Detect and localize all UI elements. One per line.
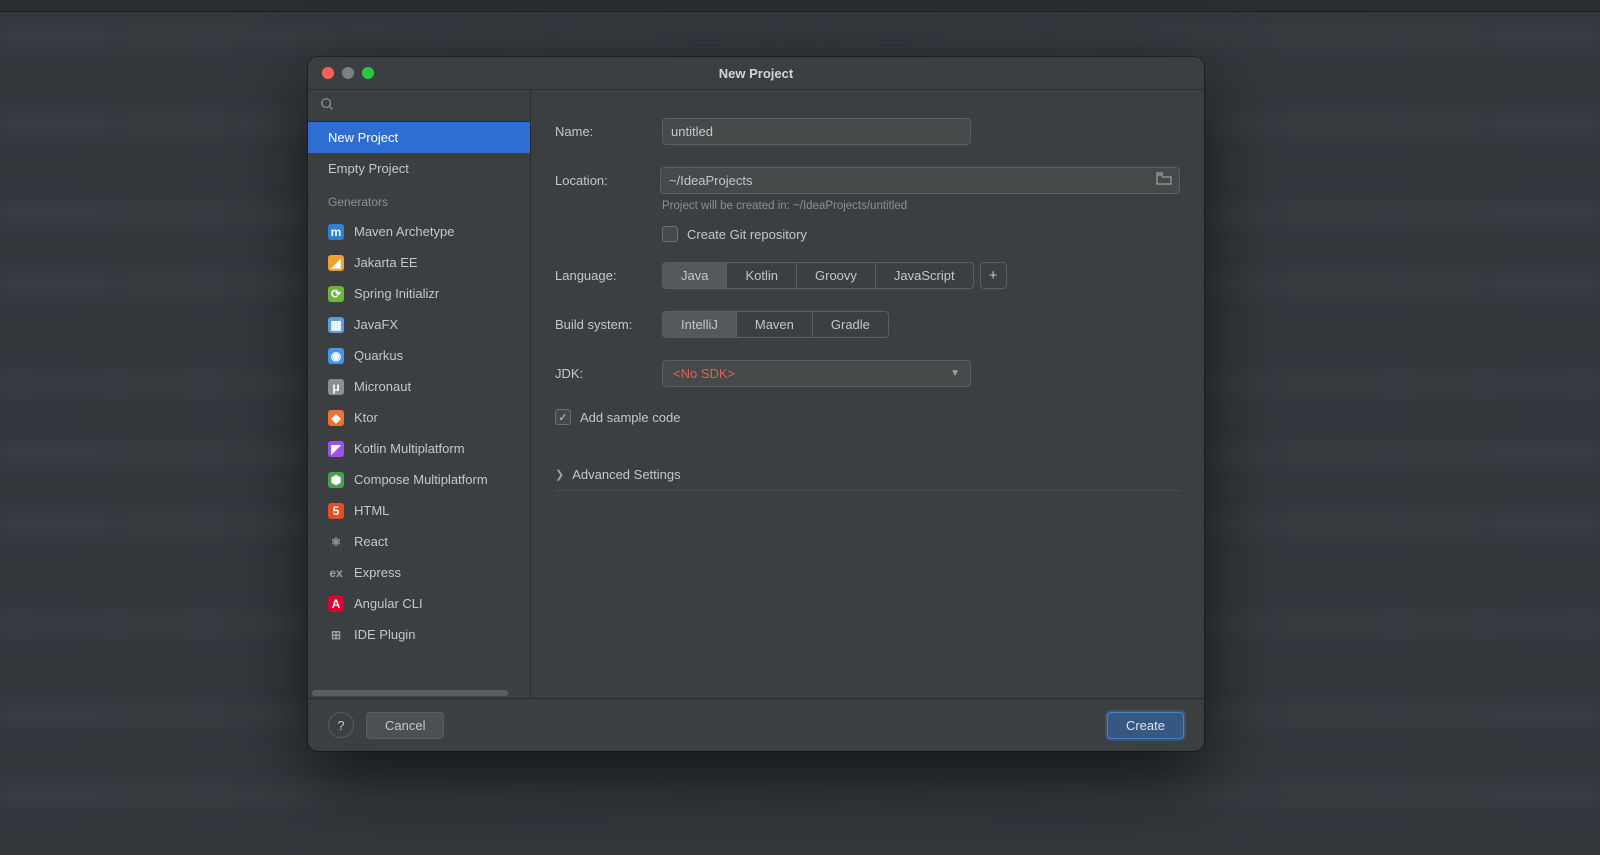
generator-angular-cli[interactable]: AAngular CLI — [308, 588, 530, 619]
titlebar: New Project — [308, 57, 1204, 90]
location-input[interactable] — [660, 167, 1180, 194]
language-option-kotlin[interactable]: Kotlin — [727, 263, 797, 288]
jdk-label: JDK: — [555, 366, 662, 381]
generator-express[interactable]: exExpress — [308, 557, 530, 588]
generator-react[interactable]: ⚛React — [308, 526, 530, 557]
generator-kotlin-multiplatform[interactable]: ◤Kotlin Multiplatform — [308, 433, 530, 464]
location-label: Location: — [555, 173, 660, 188]
spring-initializr-icon: ⟳ — [328, 286, 344, 302]
cancel-button[interactable]: Cancel — [366, 712, 444, 739]
chevron-down-icon: ▼ — [950, 368, 960, 379]
jakarta-ee-icon: ◢ — [328, 255, 344, 271]
javafx-icon: ▦ — [328, 317, 344, 333]
dialog-title: New Project — [308, 66, 1204, 81]
help-button[interactable]: ? — [328, 712, 354, 738]
generator-javafx[interactable]: ▦JavaFX — [308, 309, 530, 340]
search-icon — [320, 97, 334, 114]
maven-archetype-icon: m — [328, 224, 344, 240]
express-icon: ex — [328, 565, 344, 581]
generators-header: Generators — [308, 188, 530, 216]
angular-cli-icon: A — [328, 596, 344, 612]
close-window-icon[interactable] — [322, 67, 334, 79]
new-project-dialog: New Project New ProjectEmpty Project Gen… — [308, 57, 1204, 751]
language-label: Language: — [555, 268, 662, 283]
generator-jakarta-ee[interactable]: ◢Jakarta EE — [308, 247, 530, 278]
generator-spring-initializr[interactable]: ⟳Spring Initializr — [308, 278, 530, 309]
dialog-footer: ? Cancel Create — [308, 698, 1204, 751]
build-option-gradle[interactable]: Gradle — [813, 312, 888, 337]
generator-micronaut[interactable]: μMicronaut — [308, 371, 530, 402]
name-input[interactable] — [662, 118, 971, 145]
create-button[interactable]: Create — [1107, 712, 1184, 739]
minimize-window-icon[interactable] — [342, 67, 354, 79]
jdk-dropdown[interactable]: <No SDK> ▼ — [662, 360, 971, 387]
generator-maven-archetype[interactable]: mMaven Archetype — [308, 216, 530, 247]
zoom-window-icon[interactable] — [362, 67, 374, 79]
sidebar-search[interactable] — [308, 90, 530, 122]
language-option-java[interactable]: Java — [663, 263, 727, 288]
ide-plugin-icon: ⊞ — [328, 627, 344, 643]
browse-folder-icon[interactable] — [1156, 172, 1172, 189]
language-option-groovy[interactable]: Groovy — [797, 263, 876, 288]
micronaut-icon: μ — [328, 379, 344, 395]
quarkus-icon: ◉ — [328, 348, 344, 364]
ktor-icon: ◆ — [328, 410, 344, 426]
git-label: Create Git repository — [687, 227, 807, 242]
advanced-settings-toggle[interactable]: ❯ Advanced Settings — [555, 467, 1180, 491]
html-icon: 5 — [328, 503, 344, 519]
build-option-maven[interactable]: Maven — [737, 312, 813, 337]
generator-quarkus[interactable]: ◉Quarkus — [308, 340, 530, 371]
build-system-group: IntelliJMavenGradle — [662, 311, 889, 338]
react-icon: ⚛ — [328, 534, 344, 550]
generator-ide-plugin[interactable]: ⊞IDE Plugin — [308, 619, 530, 650]
language-group: JavaKotlinGroovyJavaScript — [662, 262, 974, 289]
generator-ktor[interactable]: ◆Ktor — [308, 402, 530, 433]
build-label: Build system: — [555, 317, 662, 332]
location-hint: Project will be created in: ~/IdeaProjec… — [662, 200, 1180, 212]
name-label: Name: — [555, 124, 662, 139]
sample-code-label: Add sample code — [580, 410, 680, 425]
sidebar-item-empty-project[interactable]: Empty Project — [308, 153, 530, 184]
sidebar: New ProjectEmpty Project Generators mMav… — [308, 90, 531, 698]
sidebar-item-new-project[interactable]: New Project — [308, 122, 530, 153]
add-language-button[interactable]: + — [980, 262, 1007, 289]
kotlin-multiplatform-icon: ◤ — [328, 441, 344, 457]
compose-multiplatform-icon: ⬢ — [328, 472, 344, 488]
language-option-javascript[interactable]: JavaScript — [876, 263, 973, 288]
horizontal-scrollbar[interactable] — [312, 690, 508, 696]
git-checkbox[interactable] — [662, 226, 678, 242]
form-panel: Name: Location: Project will be created … — [531, 90, 1204, 698]
chevron-right-icon: ❯ — [555, 468, 564, 481]
generator-html[interactable]: 5HTML — [308, 495, 530, 526]
sample-code-checkbox[interactable]: ✓ — [555, 409, 571, 425]
build-option-intellij[interactable]: IntelliJ — [663, 312, 737, 337]
generator-compose-multiplatform[interactable]: ⬢Compose Multiplatform — [308, 464, 530, 495]
